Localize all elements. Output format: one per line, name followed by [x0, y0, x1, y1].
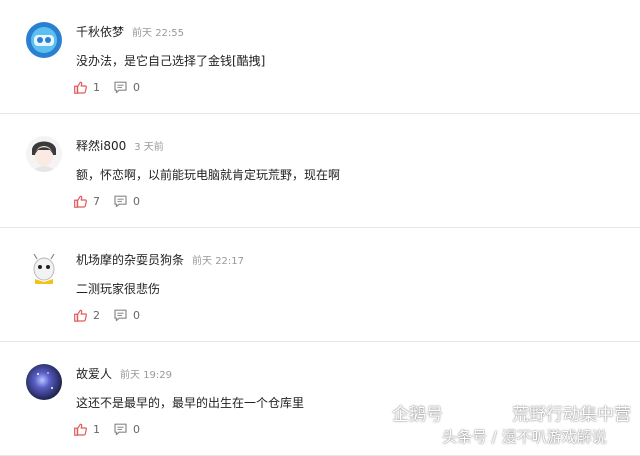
- reply-count: 0: [133, 308, 140, 322]
- like-button[interactable]: 1: [74, 423, 100, 436]
- comment-time: 前天 19:29: [120, 370, 173, 381]
- comment-icon: [114, 195, 127, 207]
- reply-button[interactable]: 0: [114, 423, 140, 436]
- like-button[interactable]: 1: [74, 81, 100, 94]
- reply-button[interactable]: 0: [114, 309, 140, 322]
- like-button[interactable]: 2: [74, 309, 100, 322]
- like-count: 2: [93, 308, 100, 322]
- username-text[interactable]: 千秋依梦: [76, 25, 124, 39]
- comment-time: 3 天前: [134, 142, 164, 153]
- reply-count: 0: [133, 422, 140, 436]
- comment-text: 额，怀恋啊，以前能玩电脑就肯定玩荒野，现在啊: [76, 168, 341, 182]
- thumbs-up-icon: [74, 309, 87, 322]
- username[interactable]: 故爱人 前天 19:29: [76, 365, 172, 382]
- comment-icon: [114, 309, 127, 321]
- username[interactable]: 释然i800 3 天前: [76, 137, 164, 154]
- username[interactable]: 千秋依梦 前天 22:55: [76, 23, 184, 40]
- avatar[interactable]: [26, 22, 62, 58]
- reply-count: 0: [133, 194, 140, 208]
- reply-button[interactable]: 0: [114, 195, 140, 208]
- like-count: 1: [93, 422, 100, 436]
- like-count: 7: [93, 194, 100, 208]
- comment-actions: 7 0: [74, 194, 140, 208]
- username-text[interactable]: 机场摩的杂耍员狗条: [76, 253, 184, 267]
- thumbs-up-icon: [74, 81, 87, 94]
- comment-actions: 1 0: [74, 422, 140, 436]
- comment-actions: 1 0: [74, 80, 140, 94]
- avatar[interactable]: [26, 250, 62, 286]
- thumbs-up-icon: [74, 423, 87, 436]
- reply-count: 0: [133, 80, 140, 94]
- comment-text: 没办法，是它自己选择了金钱[酷拽]: [76, 54, 266, 68]
- reply-button[interactable]: 0: [114, 81, 140, 94]
- comment-item: 释然i800 3 天前 额，怀恋啊，以前能玩电脑就肯定玩荒野，现在啊 7 0: [0, 114, 640, 228]
- comment-item: 千秋依梦 前天 22:55 没办法，是它自己选择了金钱[酷拽] 1 0: [0, 0, 640, 114]
- like-button[interactable]: 7: [74, 195, 100, 208]
- thumbs-up-icon: [74, 195, 87, 208]
- comment-time: 前天 22:55: [132, 28, 185, 39]
- comment-actions: 2 0: [74, 308, 140, 322]
- comment-text: 这还不是最早的，最早的出生在一个仓库里: [76, 396, 305, 410]
- comment-list: 千秋依梦 前天 22:55 没办法，是它自己选择了金钱[酷拽] 1 0 释然i8…: [0, 0, 640, 456]
- comment-text: 二测玩家很悲伤: [76, 282, 161, 296]
- username-text[interactable]: 释然i800: [76, 139, 126, 153]
- username[interactable]: 机场摩的杂耍员狗条 前天 22:17: [76, 251, 244, 268]
- like-count: 1: [93, 80, 100, 94]
- avatar[interactable]: [26, 136, 62, 172]
- comment-icon: [114, 423, 127, 435]
- comment-time: 前天 22:17: [192, 256, 245, 267]
- comment-item: 机场摩的杂耍员狗条 前天 22:17 二测玩家很悲伤 2 0: [0, 228, 640, 342]
- avatar[interactable]: [26, 364, 62, 400]
- comment-icon: [114, 81, 127, 93]
- username-text[interactable]: 故爱人: [76, 367, 112, 381]
- comment-item: 故爱人 前天 19:29 这还不是最早的，最早的出生在一个仓库里 1 0: [0, 342, 640, 456]
